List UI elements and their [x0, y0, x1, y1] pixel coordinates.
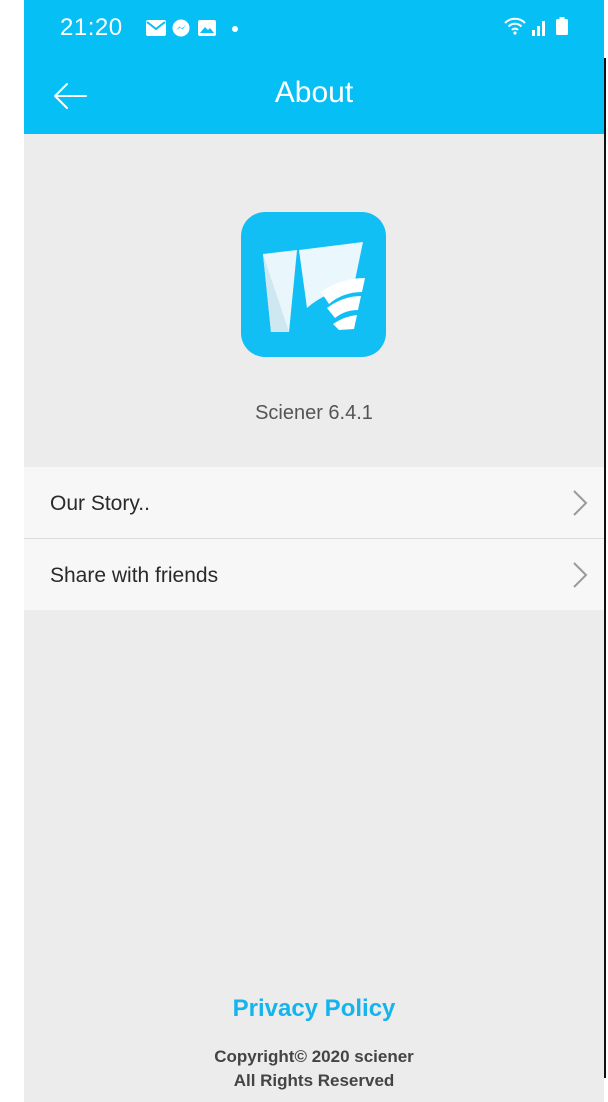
rights-line: All Rights Reserved [233, 1071, 395, 1090]
signal-icon [532, 18, 548, 36]
gallery-icon [198, 20, 216, 36]
dot-icon [232, 26, 238, 32]
chevron-right-icon [572, 561, 588, 589]
our-story-item[interactable]: Our Story.. [24, 467, 604, 538]
menu-item-label: Share with friends [50, 564, 219, 587]
share-with-friends-item[interactable]: Share with friends [24, 538, 604, 610]
copyright-text: Copyright© 2020 sciener All Rights Reser… [24, 1045, 604, 1093]
wifi-icon [504, 16, 526, 36]
app-bar: About [24, 58, 604, 134]
messenger-icon [172, 19, 190, 37]
menu-item-label: Our Story.. [50, 492, 150, 515]
about-screen: 21:20 About Sciener 6.4.1 Our Story.. Sh… [24, 0, 604, 1102]
privacy-policy-link[interactable]: Privacy Policy [24, 995, 604, 1023]
copyright-line: Copyright© 2020 sciener [214, 1047, 414, 1066]
status-time: 21:20 [60, 14, 123, 41]
about-menu: Our Story.. Share with friends [24, 467, 604, 610]
status-bar: 21:20 [24, 0, 604, 58]
sciener-logo-icon [241, 212, 386, 357]
page-title: About [274, 76, 354, 109]
mail-icon [146, 20, 166, 36]
screen-edge-divider [604, 58, 606, 1078]
chevron-right-icon [572, 489, 588, 517]
battery-icon [556, 17, 568, 35]
app-version: Sciener 6.4.1 [255, 402, 373, 424]
